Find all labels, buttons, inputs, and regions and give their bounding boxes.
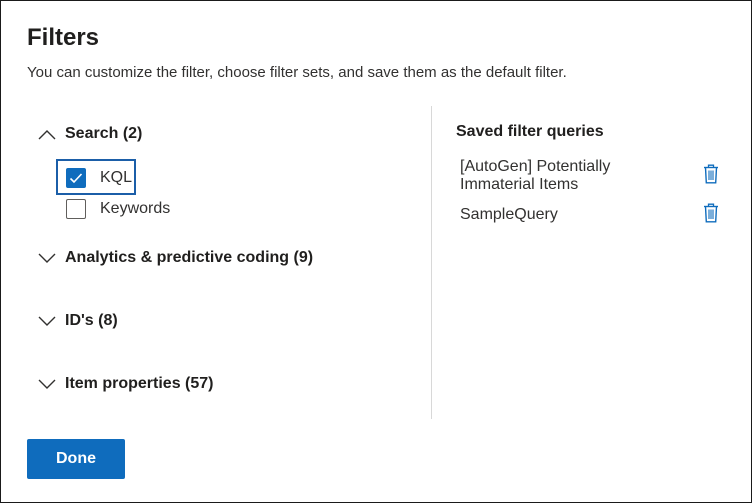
filter-group-label: ID's (8) xyxy=(65,312,118,329)
chevron-down-icon xyxy=(37,377,57,391)
keywords-label: Keywords xyxy=(100,200,171,217)
filters-dialog: Filters You can customize the filter, ch… xyxy=(0,0,752,503)
filter-group-label: Search (2) xyxy=(65,125,143,142)
checkbox-box xyxy=(66,199,86,219)
checkmark-icon xyxy=(66,168,86,188)
chevron-up-icon xyxy=(37,127,57,141)
done-button[interactable]: Done xyxy=(27,439,125,479)
filter-group-label: Analytics & predictive coding (9) xyxy=(65,249,314,266)
filter-group-ids[interactable]: ID's (8) xyxy=(37,311,118,331)
kql-label: KQL xyxy=(100,169,133,186)
panel-divider xyxy=(431,106,432,419)
dialog-title: Filters xyxy=(27,24,100,51)
saved-query-samplequery[interactable]: SampleQuery xyxy=(460,206,660,224)
filter-group-label: Item properties (57) xyxy=(65,375,214,392)
chevron-down-icon xyxy=(37,251,57,265)
dialog-subtitle: You can customize the filter, choose fil… xyxy=(27,64,567,81)
filter-group-search[interactable]: Search (2) xyxy=(37,124,142,144)
saved-queries-heading: Saved filter queries xyxy=(456,123,604,140)
saved-query-autogen[interactable]: [AutoGen] Potentially Immaterial Items xyxy=(460,158,660,194)
trash-icon[interactable] xyxy=(701,202,721,224)
keywords-checkbox[interactable]: Keywords xyxy=(66,199,170,219)
filter-group-analytics[interactable]: Analytics & predictive coding (9) xyxy=(37,248,313,268)
trash-icon[interactable] xyxy=(701,163,721,185)
kql-checkbox[interactable]: KQL xyxy=(66,168,132,188)
filter-group-item-properties[interactable]: Item properties (57) xyxy=(37,374,213,394)
chevron-down-icon xyxy=(37,314,57,328)
